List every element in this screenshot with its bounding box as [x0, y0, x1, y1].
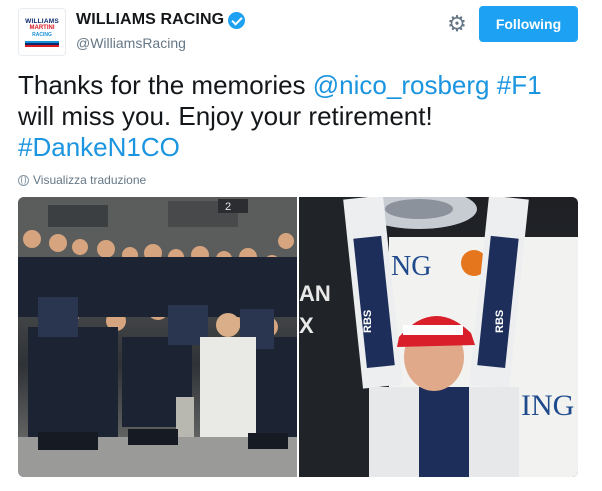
gear-icon[interactable]: ⚙ [446, 13, 468, 35]
hashtag-danken1co-link[interactable]: #DankeN1CO [18, 132, 180, 162]
tweet-text-part: Thanks for the memories [18, 70, 313, 100]
tweet-text-space [490, 70, 497, 100]
translate-label: Visualizza traduzione [33, 173, 147, 187]
banner-text-ng: NG [391, 251, 431, 282]
avatar-text-martini: MARTINI [29, 24, 55, 31]
avatar-text-williams: WILLIAMS [25, 17, 59, 25]
tweet-text-part: will miss you. Enjoy your retirement! [18, 101, 433, 131]
avatar-stripes [25, 40, 59, 47]
tweet-card: WILLIAMS MARTINI RACING WILLIAMS RACING … [0, 0, 602, 491]
tweet-text: Thanks for the memories @nico_rosberg #F… [18, 70, 583, 163]
photo-rosberg-trophy[interactable]: NG AN X ING RBS RBS [299, 197, 578, 477]
photo-team-celebration[interactable]: 2 [18, 197, 297, 477]
rosberg-trophy-image: NG AN X ING RBS RBS [299, 197, 578, 477]
following-button[interactable]: Following [479, 6, 578, 42]
translate-link[interactable]: Visualizza traduzione [18, 173, 146, 187]
account-handle[interactable]: @WilliamsRacing [76, 35, 186, 51]
media-grid: 2 NG AN X ING RBS RBS [18, 197, 578, 477]
verified-badge-icon [228, 11, 246, 29]
banner-text-ing: ING [521, 389, 574, 422]
sleeve-text-rbs-left: RBS [362, 310, 374, 333]
garage-sign: 2 [225, 201, 231, 213]
sleeve-text-rbs-right: RBS [494, 310, 506, 333]
banner-text-x: X [299, 313, 314, 338]
account-name[interactable]: WILLIAMS RACING [76, 11, 224, 29]
globe-icon [18, 174, 29, 186]
mention-link[interactable]: @nico_rosberg [313, 70, 490, 100]
banner-text-an: AN [299, 281, 331, 306]
avatar-text-racing: RACING [32, 31, 52, 38]
hashtag-f1-link[interactable]: #F1 [497, 70, 542, 100]
name-row: WILLIAMS RACING [76, 11, 246, 29]
avatar[interactable]: WILLIAMS MARTINI RACING [18, 8, 66, 56]
team-celebration-image: 2 [18, 197, 297, 477]
